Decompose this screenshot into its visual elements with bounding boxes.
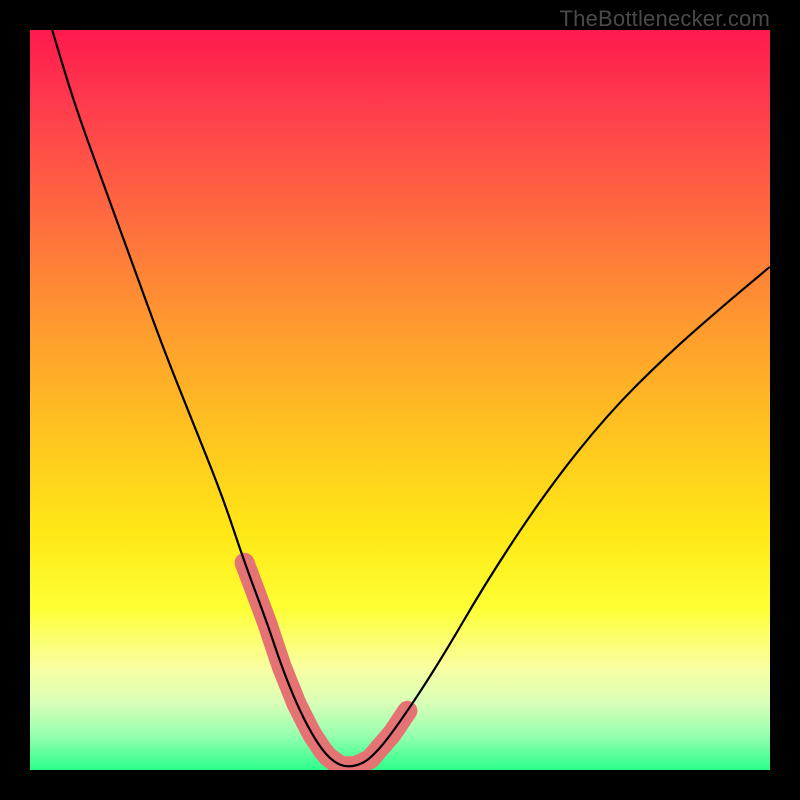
curve-marker-segment bbox=[296, 703, 370, 766]
watermark-label: TheBottlenecker.com bbox=[560, 6, 770, 32]
plot-area bbox=[30, 30, 770, 770]
bottleneck-curve bbox=[30, 30, 770, 770]
chart-frame: TheBottlenecker.com bbox=[0, 0, 800, 800]
curve-path bbox=[52, 30, 770, 766]
